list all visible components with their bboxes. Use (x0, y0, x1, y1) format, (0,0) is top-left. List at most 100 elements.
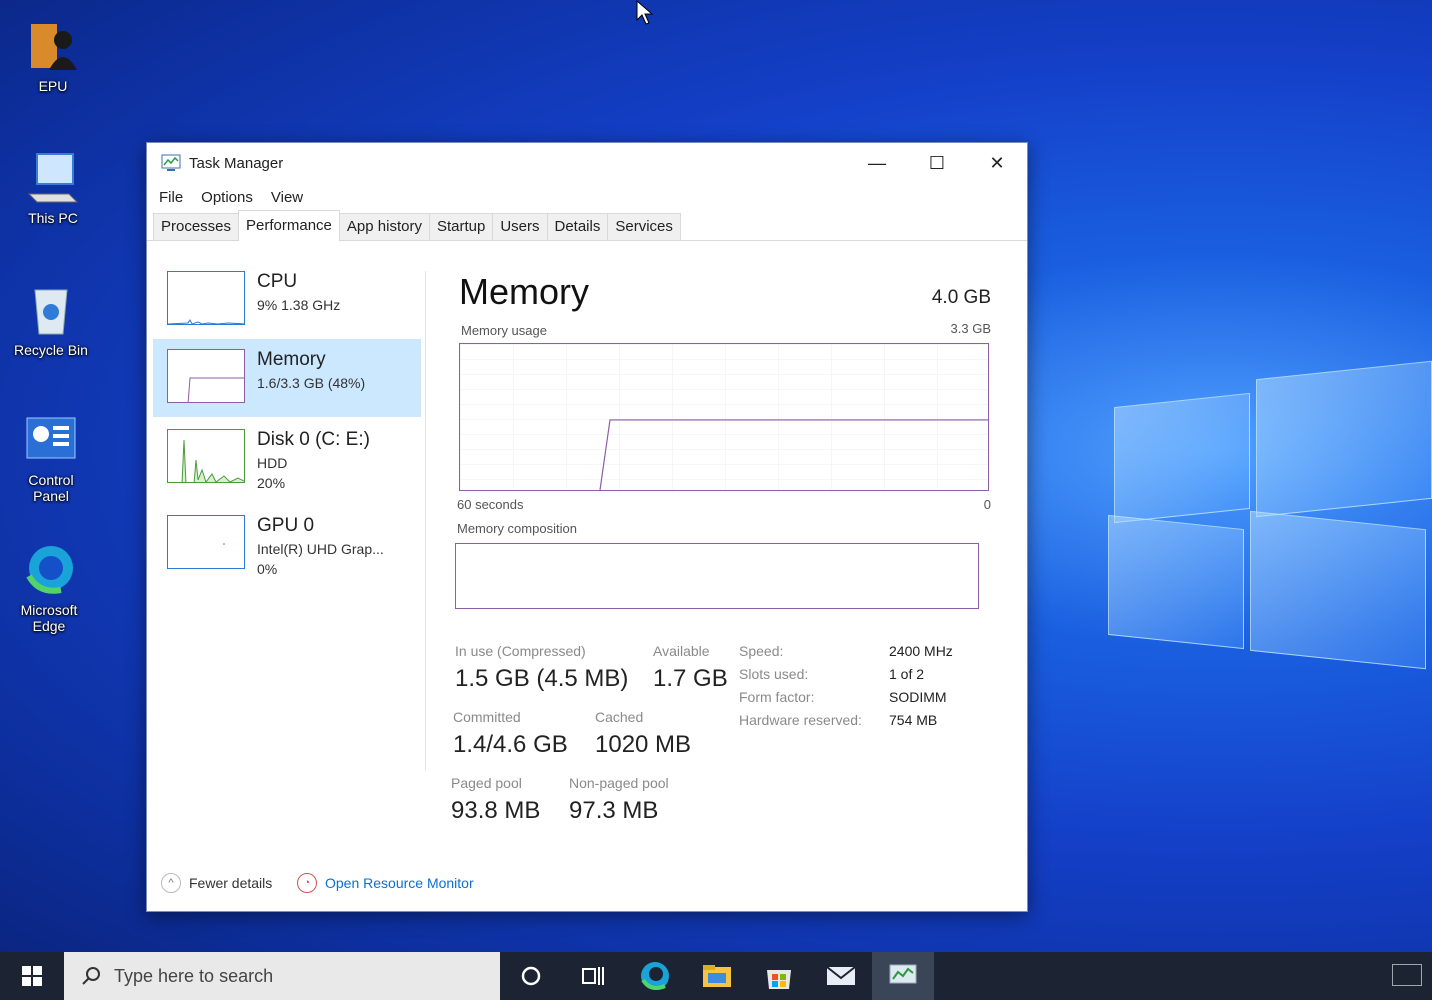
close-button[interactable]: ✕ (967, 143, 1027, 183)
desktop-icon-label: This PC (28, 210, 78, 226)
cached-label: Cached (595, 709, 644, 725)
fewer-details-label: Fewer details (189, 875, 273, 891)
memory-usage-line (460, 344, 988, 491)
tab-processes[interactable]: Processes (153, 213, 240, 240)
resource-monitor-icon: ◔ (297, 873, 317, 893)
hardware-reserved-label: Hardware reserved: (739, 712, 862, 728)
file-explorer-button[interactable] (686, 952, 748, 1000)
task-manager-taskbar-button[interactable] (872, 952, 934, 1000)
search-icon (82, 967, 100, 985)
task-view-button[interactable] (562, 952, 624, 1000)
form-factor-label: Form factor: (739, 689, 815, 705)
folder-icon (703, 965, 731, 987)
chevron-up-icon: ^ (161, 873, 181, 893)
menu-bar: File Options View (147, 183, 1027, 211)
taskbar-edge-button[interactable] (624, 952, 686, 1000)
tab-services[interactable]: Services (607, 213, 681, 240)
memory-thumbnail-graph (167, 349, 245, 403)
performance-sidebar: CPU 9% 1.38 GHz Memory 1.6/3.3 GB (48%) … (147, 241, 423, 861)
cortana-icon (521, 966, 541, 986)
sidebar-memory-name: Memory (257, 349, 326, 370)
mouse-cursor-icon (636, 0, 654, 25)
wallpaper-windows-logo (1100, 340, 1432, 680)
notification-center-icon[interactable] (1392, 964, 1422, 986)
sidebar-gpu-name: GPU 0 (257, 515, 315, 536)
committed-value: 1.4/4.6 GB (453, 731, 568, 758)
sidebar-cpu-name: CPU (257, 271, 298, 292)
available-label: Available (653, 643, 710, 659)
tab-app-history[interactable]: App history (338, 213, 430, 240)
window-title: Task Manager (189, 154, 284, 172)
tab-performance[interactable]: Performance (238, 210, 340, 241)
desktop-icon-epu[interactable]: EPU (8, 18, 98, 94)
task-manager-icon (161, 154, 181, 172)
paged-pool-value: 93.8 MB (451, 797, 541, 824)
memory-composition-label: Memory composition (457, 521, 577, 536)
form-factor-value: SODIMM (889, 689, 947, 705)
mail-button[interactable] (810, 952, 872, 1000)
gpu-thumbnail-graph (167, 515, 245, 569)
minimize-button[interactable]: — (847, 143, 907, 183)
memory-total: 4.0 GB (931, 287, 991, 308)
sidebar-item-disk[interactable]: Disk 0 (C: E:) HDD 20% (153, 419, 421, 497)
speed-label: Speed: (739, 643, 784, 659)
in-use-value: 1.5 GB (4.5 MB) (455, 665, 629, 692)
time-axis-left: 60 seconds (457, 497, 524, 512)
desktop-icon-edge[interactable]: Microsoft Edge (4, 542, 94, 634)
cpu-thumbnail-graph (167, 271, 245, 325)
sidebar-item-cpu[interactable]: CPU 9% 1.38 GHz (153, 261, 421, 339)
taskbar-search-box[interactable]: Type here to search (64, 952, 500, 1000)
committed-label: Committed (453, 709, 521, 725)
mail-icon (826, 966, 856, 985)
task-manager-window: Task Manager — ☐ ✕ File Options View Pro… (146, 142, 1028, 912)
available-value: 1.7 GB (653, 665, 728, 692)
sidebar-disk-name: Disk 0 (C: E:) (257, 429, 370, 450)
sidebar-memory-usage: 1.6/3.3 GB (48%) (257, 375, 366, 391)
open-resource-monitor-link[interactable]: ◔ Open Resource Monitor (297, 873, 474, 893)
tab-details[interactable]: Details (546, 213, 609, 240)
tab-users[interactable]: Users (492, 213, 548, 240)
desktop-icon-recycle-bin[interactable]: Recycle Bin (6, 282, 96, 358)
desktop-icon-label: Recycle Bin (14, 342, 88, 358)
maximize-button[interactable]: ☐ (907, 143, 967, 183)
desktop-icon-label: Control Panel (28, 472, 74, 504)
menu-view[interactable]: View (271, 189, 303, 206)
taskbar: Type here to search (0, 952, 1432, 1000)
sidebar-gpu-model: Intel(R) UHD Grap... (257, 541, 384, 557)
windows-start-icon (22, 966, 42, 986)
task-manager-icon (889, 964, 917, 984)
time-axis-right: 0 (983, 497, 991, 512)
sidebar-cpu-usage: 9% 1.38 GHz (257, 297, 341, 313)
cortana-button[interactable] (500, 952, 562, 1000)
desktop-icon-label: EPU (38, 78, 68, 94)
menu-options[interactable]: Options (201, 189, 253, 206)
tab-strip: Processes Performance App history Startu… (147, 210, 1027, 241)
memory-usage-label: Memory usage (461, 323, 547, 338)
sidebar-disk-type: HDD (257, 455, 288, 471)
resource-monitor-label: Open Resource Monitor (325, 875, 474, 891)
tab-startup[interactable]: Startup (428, 213, 494, 240)
memory-usage-max: 3.3 GB (950, 321, 991, 336)
store-button[interactable] (748, 952, 810, 1000)
search-placeholder: Type here to search (114, 965, 274, 986)
non-paged-pool-label: Non-paged pool (569, 775, 669, 791)
edge-icon (21, 542, 77, 598)
start-button[interactable] (0, 952, 64, 1000)
sidebar-item-gpu[interactable]: GPU 0 Intel(R) UHD Grap... 0% (153, 505, 421, 583)
memory-title: Memory (459, 271, 590, 312)
computer-icon (25, 150, 81, 206)
memory-detail-pane: Memory 4.0 GB Memory usage 3.3 GB 60 sec… (447, 241, 1007, 861)
desktop-icon-this-pc[interactable]: This PC (8, 150, 98, 226)
memory-composition-graph (455, 543, 979, 609)
task-view-icon (582, 967, 604, 985)
sidebar-disk-usage: 20% (257, 475, 286, 491)
fewer-details-button[interactable]: ^ Fewer details (161, 873, 272, 893)
hardware-reserved-value: 754 MB (889, 712, 938, 728)
title-bar[interactable]: Task Manager — ☐ ✕ (147, 143, 1027, 183)
desktop-icon-control-panel[interactable]: Control Panel (6, 412, 96, 504)
non-paged-pool-value: 97.3 MB (569, 797, 659, 824)
menu-file[interactable]: File (159, 189, 183, 206)
sidebar-item-memory[interactable]: Memory 1.6/3.3 GB (48%) (153, 339, 421, 417)
recycle-bin-icon (23, 282, 79, 338)
cached-value: 1020 MB (595, 731, 692, 758)
